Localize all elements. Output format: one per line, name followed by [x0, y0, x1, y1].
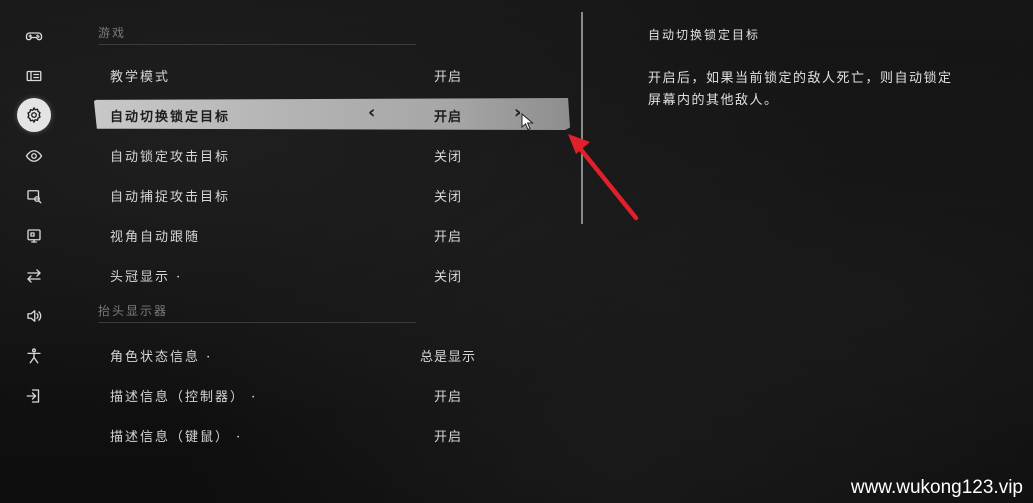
description-text: 开启后，如果当前锁定的敌人死亡，则自动锁定屏幕内的其他敌人。	[648, 71, 953, 108]
setting-label: 自动切换锁定目标	[110, 110, 231, 125]
monitor-icon[interactable]	[17, 219, 51, 253]
mouse-cursor-icon	[521, 113, 534, 131]
gear-icon[interactable]	[17, 98, 51, 132]
setting-value: 开启	[433, 230, 462, 245]
annotation-arrow-icon	[568, 134, 639, 221]
setting-value: 开启	[433, 70, 462, 85]
setting-value: 开启	[433, 110, 462, 125]
speaker-icon[interactable]	[17, 299, 51, 333]
exit-icon[interactable]	[17, 379, 51, 413]
description-title: 自动切换锁定目标	[648, 28, 761, 42]
setting-row-camera-auto-follow[interactable]: 视角自动跟随 开启	[94, 218, 570, 250]
setting-label: 描述信息（键鼠） ·	[110, 430, 243, 445]
search-screen-icon[interactable]	[17, 179, 51, 213]
setting-row-description-keyboard-mouse[interactable]: 描述信息（键鼠） · 开启	[94, 418, 570, 450]
setting-row-tutorial-mode[interactable]: 教学模式 开启	[94, 58, 570, 90]
settings-sidebar	[0, 0, 70, 503]
setting-value: 开启	[433, 430, 462, 445]
setting-value: 总是显示	[419, 350, 476, 365]
section-header-game: 游戏	[98, 24, 416, 45]
accessibility-icon[interactable]	[17, 339, 51, 373]
setting-label: 自动锁定攻击目标	[110, 150, 231, 165]
watermark-text: www.wukong123.vip	[850, 477, 1023, 498]
gamepad-icon[interactable]	[17, 19, 51, 53]
setting-value: 关闭	[433, 190, 462, 205]
setting-row-auto-lock-attack-target[interactable]: 自动锁定攻击目标 关闭	[94, 138, 570, 170]
setting-label: 描述信息（控制器） ·	[110, 390, 258, 405]
setting-label: 自动捕捉攻击目标	[110, 190, 231, 205]
setting-row-auto-switch-lock-target[interactable]: 自动切换锁定目标 ‹ 开启 ›	[94, 98, 570, 130]
setting-value: 开启	[433, 390, 462, 405]
chevron-left-icon[interactable]: ‹	[368, 104, 375, 122]
setting-row-headgear-display[interactable]: 头冠显示 · 关闭	[94, 258, 570, 290]
eye-icon[interactable]	[17, 139, 51, 173]
setting-label: 教学模式	[110, 70, 171, 85]
setting-row-auto-capture-attack-target[interactable]: 自动捕捉攻击目标 关闭	[94, 178, 570, 210]
display-icon[interactable]	[17, 59, 51, 93]
setting-label: 角色状态信息 ·	[110, 350, 213, 365]
swap-arrows-icon[interactable]	[17, 259, 51, 293]
setting-label: 头冠显示 ·	[110, 270, 183, 285]
setting-label: 视角自动跟随	[110, 230, 201, 245]
setting-row-description-controller[interactable]: 描述信息（控制器） · 开启	[94, 378, 570, 410]
setting-row-character-status-info[interactable]: 角色状态信息 · 总是显示	[94, 338, 570, 370]
section-header-hud: 抬头显示器	[98, 302, 416, 323]
setting-value: 关闭	[433, 270, 462, 285]
setting-value: 关闭	[433, 150, 462, 165]
